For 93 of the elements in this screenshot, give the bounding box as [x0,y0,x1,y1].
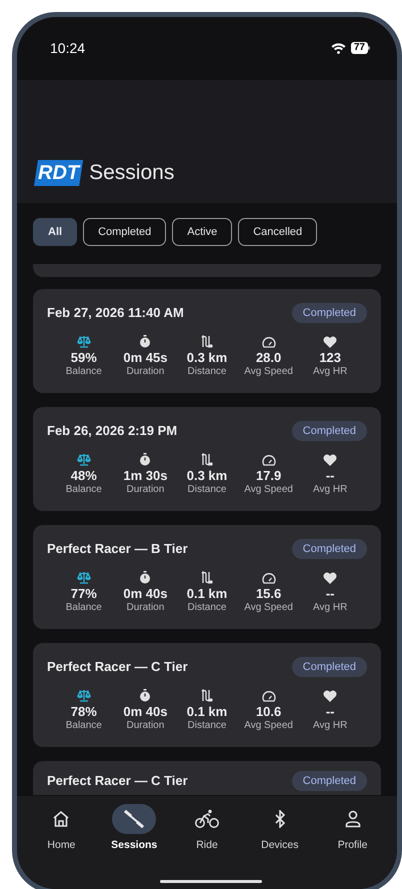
metric-value: 0.1 km [186,704,228,720]
balance-scale-icon [76,453,91,466]
metric-label: Avg HR [313,366,348,378]
session-card[interactable]: Perfect Racer — C Tier Completed 78% Balance 0m 40s Duration 0.1 km Distance 10.6 Avg Speed -- Avg HR [33,643,381,747]
session-title: Perfect Racer — C Tier [47,658,188,676]
session-card[interactable]: Perfect Racer — B Tier Completed 77% Balance 0m 40s Duration 0.1 km Distance 15.6 Avg Speed -- Avg HR [33,525,381,629]
nav-tab[interactable]: Devices [243,804,316,851]
filter-chip[interactable]: All [33,218,78,246]
metric-value: 15.6 [256,586,282,602]
metric-label: Balance [66,602,102,614]
metric-value: 123 [319,350,342,366]
filter-chip[interactable]: Active [172,218,232,246]
metric-label: Duration [126,366,164,378]
speedometer-icon [262,455,276,466]
metric-label: Avg HR [313,484,348,496]
metric-label: Avg Speed [244,366,293,378]
session-title: Feb 26, 2026 2:19 PM [47,422,178,440]
metric-label: Avg Speed [244,484,293,496]
metric-value: 0m 40s [123,586,168,602]
filter-chip[interactable]: Completed [83,218,166,246]
person-icon [344,810,361,828]
speedometer-icon [262,691,276,702]
metric-value: -- [326,468,335,484]
metric-label: Duration [126,484,164,496]
bluetooth-icon [274,810,286,828]
metric-label: Duration [126,602,164,614]
metric-label: Balance [66,720,102,732]
metric-label: Distance [188,720,226,732]
logo: RDT [34,160,84,186]
balance-scale-icon [76,335,91,348]
route-icon [200,335,213,348]
metric-value: 0m 40s [123,704,168,720]
home-icon [52,810,70,828]
session-card[interactable]: Feb 27, 2026 11:40 AM Completed 59% Balance 0m 45s Duration 0.3 km Distance 28.0 Avg Speed 123 Avg HR [33,289,381,393]
stopwatch-icon [139,335,152,348]
status-time: 10:24 [50,38,86,58]
metric-label: Avg Speed [244,720,293,732]
metric-value: 1m 30s [123,468,168,484]
status-badge: Completed [292,657,367,677]
route-icon [200,571,213,584]
metric-value: -- [326,586,335,602]
balance-scale-icon [76,689,91,702]
metric-label: Distance [188,366,226,378]
metric-label: Avg HR [313,720,348,732]
metric-value: 48% [70,468,97,484]
metric-value: 28.0 [256,350,282,366]
session-title: Feb 27, 2026 11:40 AM [47,304,184,322]
stopwatch-icon [139,689,152,702]
nav-tab[interactable]: Sessions [98,804,171,851]
route-icon [200,689,213,702]
status-badge: Completed [292,303,367,323]
route-icon [200,453,213,466]
status-badge: Completed [292,771,367,791]
metric-label: Duration [126,720,164,732]
heart-icon [323,336,338,348]
metric-label: Balance [66,484,102,496]
session-card[interactable]: Perfect Racer — C Tier Completed [33,761,381,795]
metric-label: Avg Speed [244,602,293,614]
battery-level: 77 [350,42,368,54]
wifi-icon [330,42,346,54]
session-title: Perfect Racer — C Tier [47,772,188,790]
metric-value: 0.1 km [186,586,228,602]
balance-scale-icon [76,571,91,584]
page-title: Sessions [89,160,174,186]
speedometer-icon [262,337,276,348]
stopwatch-icon [139,453,152,466]
metric-value: 0.3 km [186,350,228,366]
metric-label: Distance [188,602,226,614]
session-title: Perfect Racer — B Tier [47,540,188,558]
nav-tab[interactable]: Home [25,804,98,851]
metric-value: 0.3 km [186,468,228,484]
metric-value: -- [326,704,335,720]
metric-value: 77% [70,586,97,602]
metric-value: 0m 45s [123,350,168,366]
heart-icon [323,572,338,584]
metric-label: Balance [66,366,102,378]
nav-tab[interactable]: Ride [170,804,244,851]
status-badge: Completed [292,539,367,559]
metric-value: 17.9 [256,468,282,484]
heart-icon [323,454,338,466]
stopwatch-icon [139,571,152,584]
filter-chip[interactable]: Cancelled [238,218,318,246]
heart-icon [323,690,338,702]
speedometer-icon [262,573,276,584]
status-badge: Completed [292,421,367,441]
metric-label: Avg HR [313,602,348,614]
metric-value: 78% [70,704,97,720]
metric-value: 10.6 [256,704,282,720]
session-card[interactable]: Feb 26, 2026 2:19 PM Completed 48% Balance 1m 30s Duration 0.3 km Distance 17.9 Avg Speed -- Avg HR [33,407,381,511]
cyclist-icon [194,809,219,829]
metric-value: 59% [70,350,97,366]
nav-tab[interactable]: Profile [316,804,389,851]
metric-label: Distance [188,484,226,496]
